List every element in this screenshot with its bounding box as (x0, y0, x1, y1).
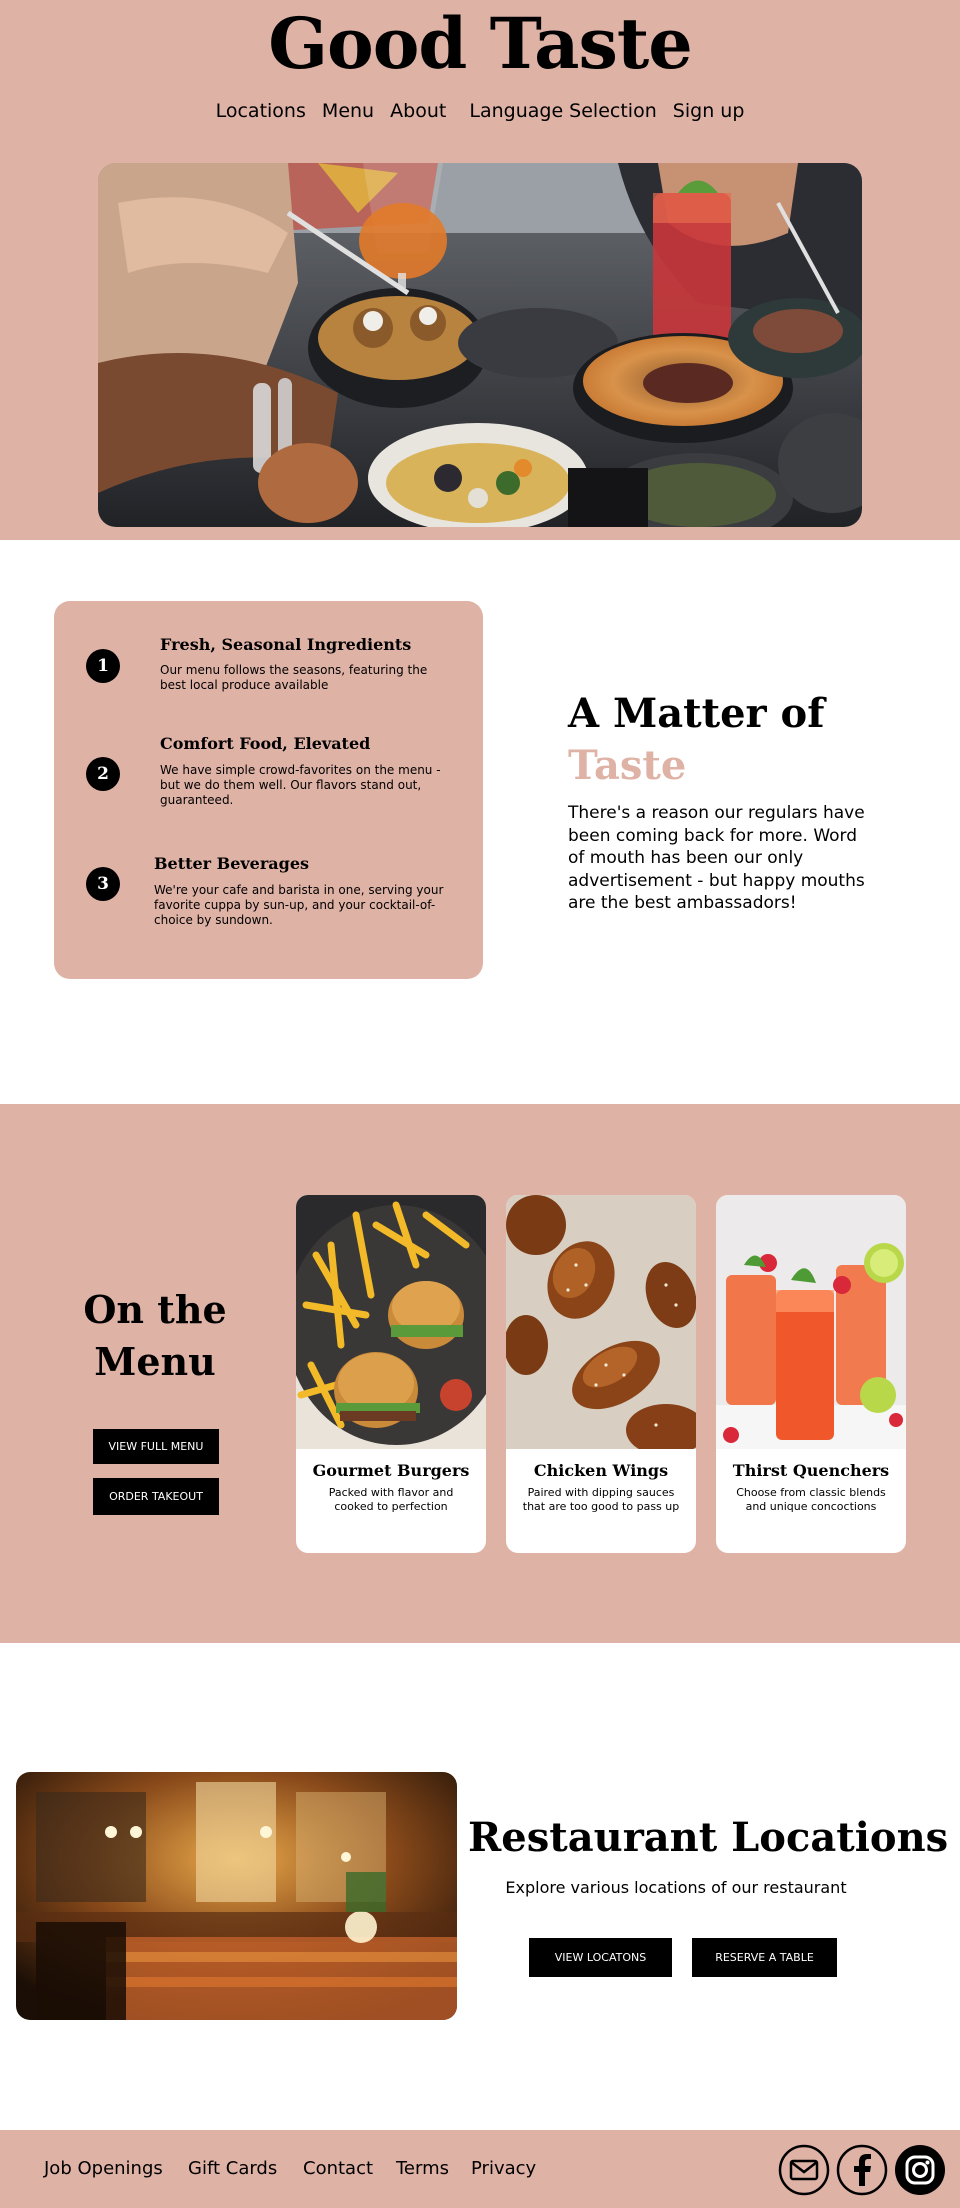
card-desc-wings: Paired with dipping sauces that are too … (522, 1486, 680, 1513)
feature-desc-3: We're your cafe and barista in one, serv… (154, 883, 444, 927)
menu-section: On the Menu VIEW FULL MENU ORDER TAKEOUT (0, 1104, 960, 1643)
header-section: Good Taste Locations Menu About Language… (0, 0, 960, 540)
restaurant-photo (16, 1772, 457, 2020)
view-locations-button[interactable]: VIEW LOCATONS (529, 1938, 672, 1977)
menu-heading-line1: On the (83, 1287, 227, 1332)
footer-link-contact[interactable]: Contact (303, 2158, 373, 2179)
feature-desc-1: Our menu follows the seasons, featuring … (160, 663, 428, 692)
facebook-icon[interactable] (836, 2144, 888, 2196)
matter-heading: A Matter of Taste (568, 688, 824, 792)
feature-number-3: 3 (86, 867, 120, 901)
menu-card-drinks[interactable]: Thirst Quenchers Choose from classic ble… (716, 1195, 906, 1553)
wings-photo (506, 1195, 696, 1456)
hero-image (98, 163, 862, 527)
order-takeout-button[interactable]: ORDER TAKEOUT (93, 1478, 219, 1515)
main-nav: Locations Menu About Language Selection … (0, 100, 960, 122)
nav-sign-up[interactable]: Sign up (673, 100, 745, 122)
menu-heading-line2: Menu (94, 1339, 216, 1384)
footer-link-gift-cards[interactable]: Gift Cards (188, 2158, 277, 2179)
drinks-photo (716, 1195, 906, 1449)
locations-heading: Restaurant Locations (468, 1814, 949, 1861)
card-title-drinks: Thirst Quenchers (732, 1461, 890, 1480)
menu-card-wings[interactable]: Chicken Wings Paired with dipping sauces… (506, 1195, 696, 1553)
feature-title-1: Fresh, Seasonal Ingredients (160, 635, 412, 654)
features-card: 1 Fresh, Seasonal Ingredients Our menu f… (54, 601, 483, 979)
site-title: Good Taste (268, 2, 693, 85)
footer: Job Openings Gift Cards Contact Terms Pr… (0, 2130, 960, 2208)
footer-link-terms[interactable]: Terms (396, 2158, 449, 2179)
view-full-menu-button[interactable]: VIEW FULL MENU (93, 1429, 219, 1464)
mail-icon[interactable] (778, 2144, 830, 2196)
locations-subtitle: Explore various locations of our restaur… (505, 1878, 847, 1897)
matter-heading-accent: Taste (568, 742, 687, 789)
matter-heading-line1: A Matter of (568, 690, 825, 737)
burgers-photo (296, 1195, 486, 1449)
menu-heading: On the Menu (60, 1284, 250, 1388)
card-title-burgers: Gourmet Burgers (312, 1461, 470, 1480)
menu-card-burgers[interactable]: Gourmet Burgers Packed with flavor and c… (296, 1195, 486, 1553)
nav-language-selection[interactable]: Language Selection (469, 100, 656, 122)
feature-number-2: 2 (86, 757, 120, 791)
footer-link-job-openings[interactable]: Job Openings (44, 2158, 163, 2179)
nav-locations[interactable]: Locations (216, 100, 306, 122)
card-title-wings: Chicken Wings (533, 1461, 669, 1480)
reserve-table-button[interactable]: RESERVE A TABLE (692, 1938, 837, 1977)
matter-body: There's a reason our regulars have been … (568, 803, 865, 913)
feature-title-2: Comfort Food, Elevated (160, 734, 371, 753)
feature-number-1: 1 (86, 649, 120, 683)
card-desc-drinks: Choose from classic blends and unique co… (736, 1486, 886, 1513)
nav-menu[interactable]: Menu (322, 100, 374, 122)
feature-title-3: Better Beverages (154, 854, 310, 873)
feature-desc-2: We have simple crowd-favorites on the me… (160, 763, 441, 807)
instagram-icon[interactable] (894, 2144, 946, 2196)
nav-about[interactable]: About (390, 100, 446, 122)
card-desc-burgers: Packed with flavor and cooked to perfect… (328, 1486, 454, 1513)
footer-link-privacy[interactable]: Privacy (471, 2158, 536, 2179)
